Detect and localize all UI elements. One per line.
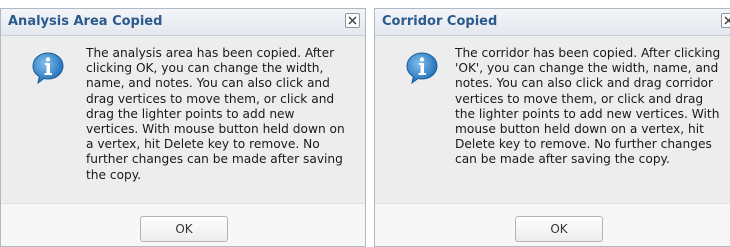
info-icon (405, 51, 439, 85)
dialog-title: Corridor Copied (382, 14, 498, 29)
dialog-message: The corridor has been copied. After clic… (455, 46, 721, 167)
close-icon[interactable] (721, 13, 730, 28)
analysis-area-copied-dialog: Analysis Area Copied The analysis area h… (0, 8, 366, 247)
dialog-footer: OK (375, 203, 730, 246)
close-icon[interactable] (345, 13, 360, 28)
dialog-titlebar[interactable]: Analysis Area Copied (1, 9, 365, 36)
dialog-titlebar[interactable]: Corridor Copied (375, 9, 730, 36)
corridor-copied-dialog: Corridor Copied The corridor has been co… (374, 8, 730, 247)
ok-button[interactable]: OK (140, 216, 228, 242)
dialog-message: The analysis area has been copied. After… (86, 46, 345, 182)
dialog-footer: OK (1, 203, 365, 246)
info-icon (31, 51, 65, 85)
dialog-title: Analysis Area Copied (8, 14, 163, 29)
ok-button[interactable]: OK (515, 216, 603, 242)
